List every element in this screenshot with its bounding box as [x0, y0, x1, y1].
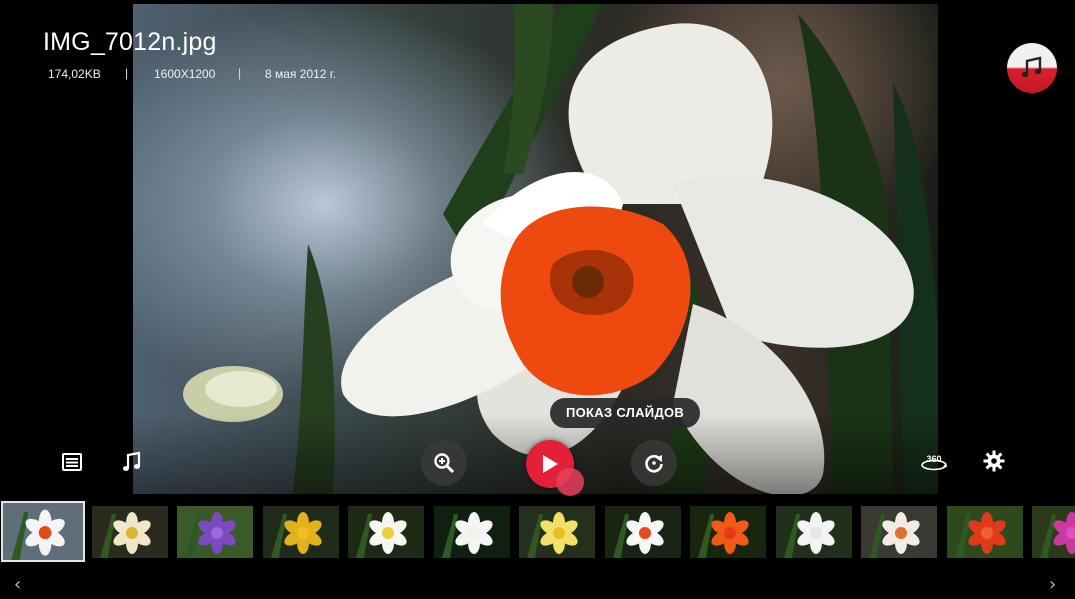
next-arrow[interactable]: ›	[1049, 574, 1056, 595]
thumbnail-white-red-narcissus[interactable]	[604, 506, 681, 558]
thumbnail-white-daffodil[interactable]	[433, 506, 510, 558]
thumbnail-image	[262, 506, 339, 558]
thumbnail-magenta-flowers[interactable]	[1032, 506, 1075, 558]
thumbnail-purple-crocus[interactable]	[177, 506, 253, 558]
file-size: 174,02KB	[48, 67, 101, 81]
playlist-button[interactable]	[52, 442, 92, 482]
photo-viewer[interactable]	[133, 4, 938, 494]
thumbnail-yellow-double-daffodil[interactable]	[519, 506, 595, 558]
prev-arrow[interactable]: ‹	[14, 574, 21, 595]
view-360-button[interactable]: 360	[914, 442, 954, 482]
thumbnail-image	[690, 506, 766, 558]
thumbnail-image	[946, 506, 1023, 558]
thumbnail-image	[348, 506, 424, 558]
thumbnail-image	[861, 506, 937, 558]
thumbnail-strip[interactable]	[0, 501, 1075, 563]
thumbnail-image	[519, 506, 595, 558]
separator: |	[238, 66, 242, 80]
rotate-icon	[645, 455, 663, 473]
thumbnail-image	[91, 506, 168, 558]
play-icon	[543, 455, 558, 473]
thumbnail-white-narcissus-cluster[interactable]	[348, 506, 424, 558]
gear-icon	[983, 450, 1005, 472]
view-360-label: 360	[926, 454, 941, 464]
tooltip-slideshow: ПОКАЗ СЛАЙДОВ	[550, 398, 701, 435]
thumbnail-yellow-daffodils[interactable]	[91, 506, 168, 558]
background-music-button[interactable]	[1007, 43, 1057, 93]
file-name: IMG_7012n.jpg	[43, 28, 217, 56]
file-resolution: 1600X1200	[154, 67, 216, 81]
thumbnail-white-star-flower[interactable]	[775, 506, 852, 558]
cursor-pointer	[556, 468, 584, 496]
thumbnail-image	[775, 506, 852, 558]
zoom-button[interactable]	[421, 440, 467, 486]
music-note-icon	[1021, 56, 1042, 78]
file-date: 8 мая 2012 г.	[265, 67, 337, 81]
rotate-360-icon: 360	[921, 454, 948, 471]
music-button[interactable]	[112, 442, 152, 482]
thumbnail-image	[3, 503, 83, 560]
thumbnail-yellow-daffodil[interactable]	[262, 506, 339, 558]
thumbnail-orange-lily[interactable]	[690, 506, 766, 558]
separator: |	[125, 66, 129, 80]
thumbnail-image	[177, 506, 253, 558]
thumbnail-image	[604, 506, 681, 558]
thumbnail-white-orange-narcissus[interactable]	[861, 506, 937, 558]
thumbnail-image	[1032, 506, 1075, 558]
thumbnail-image	[433, 506, 510, 558]
list-icon	[62, 453, 82, 471]
zoom-in-icon	[434, 453, 455, 474]
rotate-button[interactable]	[631, 440, 677, 486]
thumbnail-white-narcissus[interactable]	[1, 501, 85, 562]
thumbnail-red-tulips[interactable]	[946, 506, 1023, 558]
music-note-icon	[123, 451, 141, 471]
settings-button[interactable]	[974, 441, 1014, 481]
